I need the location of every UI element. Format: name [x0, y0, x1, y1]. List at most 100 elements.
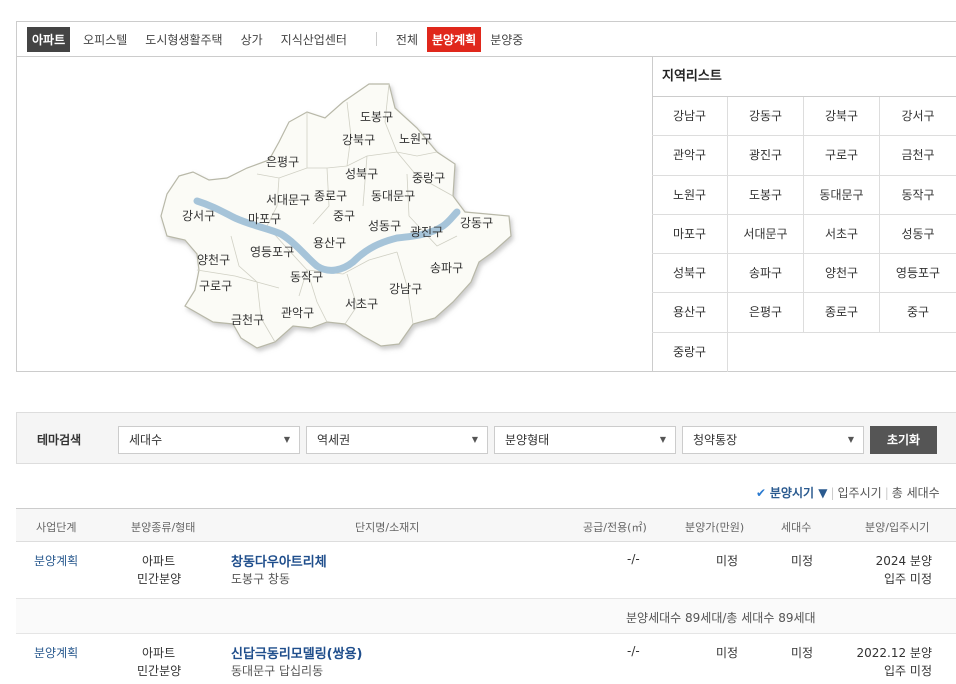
- property-type-tabs: 아파트 오피스텔 도시형생활주택 상가 지식산업센터 전체 분양계획 분양중: [16, 21, 956, 57]
- tab-status-all[interactable]: 전체: [391, 27, 423, 52]
- district-label-guro[interactable]: 구로구: [199, 277, 232, 294]
- district-label-eunpyeong[interactable]: 은평구: [266, 153, 299, 170]
- district-label-gwangjin[interactable]: 광진구: [410, 223, 443, 240]
- district-label-dongdaemun[interactable]: 동대문구: [371, 187, 415, 204]
- region-item[interactable]: 성동구: [880, 215, 956, 255]
- row-complex-name-link[interactable]: 창동다우아트리체: [231, 551, 327, 570]
- district-label-jung[interactable]: 중구: [333, 207, 355, 224]
- region-item[interactable]: 은평구: [728, 293, 804, 333]
- tab-divider: [375, 32, 377, 46]
- district-label-mapo[interactable]: 마포구: [248, 210, 281, 227]
- region-list: 지역리스트 강남구 강동구 강북구 강서구 관악구 광진구 구로구 금천구 노원…: [652, 56, 956, 373]
- region-item[interactable]: 동대문구: [804, 175, 880, 215]
- region-grid: 강남구 강동구 강북구 강서구 관악구 광진구 구로구 금천구 노원구 도봉구 …: [652, 97, 956, 373]
- row-sale-date: 2024 분양: [875, 554, 932, 568]
- region-item[interactable]: 성북구: [652, 254, 728, 294]
- header-price: 분양가(만원): [685, 521, 745, 534]
- row-stage: 분양계획: [34, 554, 79, 568]
- row-stage: 분양계획: [34, 646, 79, 660]
- region-item[interactable]: 서대문구: [728, 214, 804, 255]
- tab-commercial[interactable]: 상가: [236, 27, 268, 52]
- region-item[interactable]: 중랑구: [652, 332, 728, 373]
- district-label-jungnang[interactable]: 중랑구: [412, 169, 445, 186]
- row-price: 미정: [716, 646, 739, 660]
- district-label-jongno[interactable]: 종로구: [314, 187, 347, 204]
- row-location: 도봉구 창동: [231, 572, 291, 586]
- region-item[interactable]: 용산구: [652, 293, 728, 333]
- district-label-yangcheon[interactable]: 양천구: [197, 251, 230, 268]
- sort-total-units[interactable]: 총 세대수: [892, 486, 940, 500]
- tab-status-selling[interactable]: 분양중: [485, 27, 528, 52]
- caret-down-icon: ▼: [471, 435, 478, 444]
- table-row[interactable]: 분양계획 아파트 민간분양 창동다우아트리체 도봉구 창동 -/- 미정 미정 …: [16, 542, 956, 598]
- district-label-yeongdeungpo[interactable]: 영등포구: [250, 243, 294, 260]
- sort-bar: ✔ 분양시기 ▼ | 입주시기 | 총 세대수: [756, 484, 956, 501]
- row-move-in: 입주 미정: [884, 572, 932, 586]
- subscription-account-select[interactable]: 청약통장 ▼: [682, 426, 864, 454]
- region-item[interactable]: 영등포구: [880, 254, 956, 294]
- region-item[interactable]: 구로구: [804, 136, 880, 176]
- station-area-select[interactable]: 역세권 ▼: [306, 426, 488, 454]
- district-label-seongbuk[interactable]: 성북구: [345, 165, 378, 182]
- district-label-dongjak[interactable]: 동작구: [290, 268, 323, 285]
- region-item[interactable]: 중구: [880, 293, 956, 333]
- district-label-nowon[interactable]: 노원구: [399, 130, 432, 147]
- row-form: 민간분양: [137, 664, 182, 678]
- district-label-geumcheon[interactable]: 금천구: [231, 311, 264, 328]
- sort-divider: |: [830, 486, 835, 500]
- region-item[interactable]: 관악구: [652, 136, 728, 176]
- tab-officetel[interactable]: 오피스텔: [78, 27, 132, 52]
- row-move-in: 입주 미정: [884, 664, 932, 678]
- row-area: -/-: [627, 552, 640, 566]
- region-item[interactable]: 강북구: [804, 97, 880, 137]
- region-item[interactable]: 종로구: [804, 293, 880, 333]
- region-item[interactable]: 서초구: [804, 214, 880, 255]
- row-location: 동대문구 답십리동: [231, 664, 324, 678]
- tab-status-planned[interactable]: 분양계획: [427, 26, 482, 52]
- header-units: 세대수: [781, 521, 812, 534]
- sort-sale-date[interactable]: 분양시기: [770, 486, 814, 500]
- district-label-yongsan[interactable]: 용산구: [313, 234, 346, 251]
- district-label-songpa[interactable]: 송파구: [430, 259, 463, 276]
- district-label-seodaemun[interactable]: 서대문구: [266, 191, 310, 208]
- table-row[interactable]: 분양계획 아파트 민간분양 신답극동리모델링(쌍용) 동대문구 답십리동 -/-…: [16, 634, 956, 684]
- row-complex-name-link[interactable]: 신답극동리모델링(쌍용): [231, 643, 362, 662]
- district-label-gangdong[interactable]: 강동구: [460, 214, 493, 231]
- reset-button[interactable]: 초기화: [870, 426, 937, 454]
- district-label-dobong[interactable]: 도봉구: [360, 108, 393, 125]
- sort-move-in-date[interactable]: 입주시기: [838, 486, 882, 500]
- row-sale-date: 2022.12 분양: [856, 646, 932, 660]
- district-label-seongdong[interactable]: 성동구: [368, 217, 401, 234]
- district-label-gangbuk[interactable]: 강북구: [342, 131, 375, 148]
- district-label-gangseo[interactable]: 강서구: [182, 207, 215, 224]
- row-kind: 아파트: [142, 646, 176, 660]
- region-item[interactable]: 광진구: [728, 136, 804, 176]
- tab-apartment[interactable]: 아파트: [27, 26, 71, 52]
- region-item[interactable]: 송파구: [728, 254, 804, 294]
- region-item[interactable]: 양천구: [804, 254, 880, 294]
- header-kind: 분양종류/형태: [131, 521, 196, 534]
- region-item[interactable]: 동작구: [880, 176, 956, 215]
- sort-divider: |: [884, 486, 889, 500]
- district-label-gwanak[interactable]: 관악구: [281, 304, 314, 321]
- tab-urban-housing[interactable]: 도시형생활주택: [140, 27, 227, 52]
- district-label-seocho[interactable]: 서초구: [345, 295, 378, 312]
- header-schedule: 분양/입주시기: [865, 521, 930, 534]
- theme-search-label: 테마검색: [37, 433, 82, 447]
- household-count-select[interactable]: 세대수 ▼: [118, 426, 300, 454]
- region-item[interactable]: 금천구: [880, 136, 956, 176]
- tab-knowledge-center[interactable]: 지식산업센터: [276, 27, 352, 52]
- region-item[interactable]: 노원구: [652, 175, 728, 215]
- region-item[interactable]: 강서구: [880, 97, 956, 137]
- row-units: 미정: [791, 646, 814, 660]
- sale-type-select[interactable]: 분양형태 ▼: [494, 426, 676, 454]
- district-label-gangnam[interactable]: 강남구: [389, 280, 422, 297]
- select-value: 분양형태: [505, 433, 550, 447]
- region-item[interactable]: 도봉구: [728, 175, 804, 215]
- theme-search-bar: 테마검색 세대수 ▼ 역세권 ▼ 분양형태 ▼ 청약통장 ▼ 초기화: [16, 412, 956, 464]
- region-item[interactable]: 마포구: [652, 214, 728, 255]
- check-icon: ✔: [756, 486, 767, 500]
- region-item[interactable]: 강동구: [728, 97, 804, 137]
- header-name: 단지명/소재지: [355, 521, 420, 534]
- region-item[interactable]: 강남구: [652, 97, 728, 137]
